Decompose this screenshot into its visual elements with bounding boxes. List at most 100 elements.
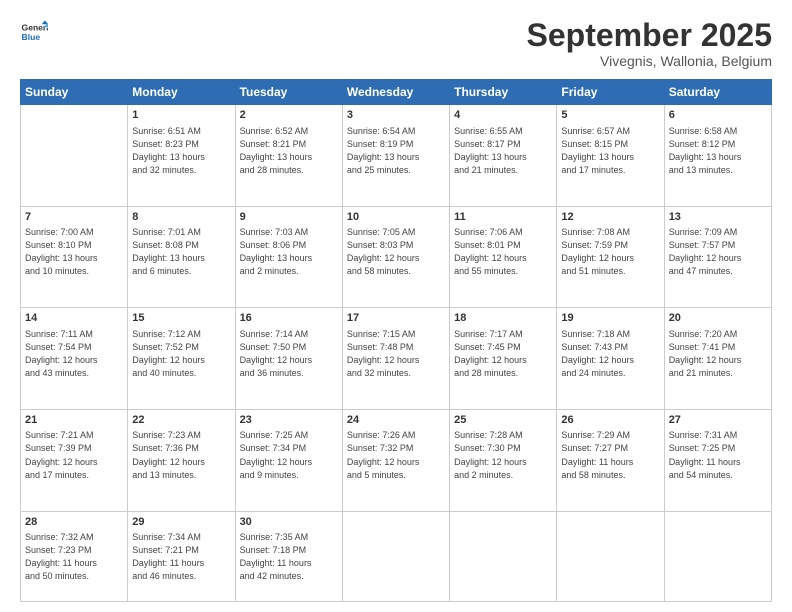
table-row: 13Sunrise: 7:09 AM Sunset: 7:57 PM Dayli… [664,206,771,308]
calendar-page: General Blue September 2025 Vivegnis, Wa… [0,0,792,612]
table-row: 9Sunrise: 7:03 AM Sunset: 8:06 PM Daylig… [235,206,342,308]
table-row: 18 Sunrise: 7:17 AM Sunset: 7:45 PM Dayli… [450,308,557,410]
day-number: 5 [561,108,659,123]
header-thursday: Thursday [450,80,557,105]
day-info: Sunrise: 7:14 AM Sunset: 7:50 PM Dayligh… [240,328,338,380]
calendar-table: Sunday Monday Tuesday Wednesday Thursday… [20,79,772,602]
header-monday: Monday [128,80,235,105]
day-number: 22 [132,413,230,428]
day-number: 16 [240,311,338,326]
day-info: Sunrise: 7:12 AM Sunset: 7:52 PM Dayligh… [132,328,230,380]
table-row: 23Sunrise: 7:25 AM Sunset: 7:34 PM Dayli… [235,410,342,512]
table-row: 11Sunrise: 7:06 AM Sunset: 8:01 PM Dayli… [450,206,557,308]
table-row: 8Sunrise: 7:01 AM Sunset: 8:08 PM Daylig… [128,206,235,308]
day-info: Sunrise: 7:17 AM Sunset: 7:45 PM Dayligh… [454,328,552,380]
day-info: Sunrise: 7:34 AM Sunset: 7:21 PM Dayligh… [132,531,230,583]
day-info: Sunrise: 7:25 AM Sunset: 7:34 PM Dayligh… [240,429,338,481]
day-info: Sunrise: 7:03 AM Sunset: 8:06 PM Dayligh… [240,226,338,278]
table-row: 19 Sunrise: 7:18 AM Sunset: 7:43 PM Dayli… [557,308,664,410]
day-info: Sunrise: 7:31 AM Sunset: 7:25 PM Dayligh… [669,429,767,481]
day-info: Sunrise: 7:08 AM Sunset: 7:59 PM Dayligh… [561,226,659,278]
day-info: Sunrise: 7:20 AM Sunset: 7:41 PM Dayligh… [669,328,767,380]
day-info: Sunrise: 7:32 AM Sunset: 7:23 PM Dayligh… [25,531,123,583]
day-number: 2 [240,108,338,123]
day-number: 1 [132,108,230,123]
day-info: Sunrise: 7:26 AM Sunset: 7:32 PM Dayligh… [347,429,445,481]
day-info: Sunrise: 7:35 AM Sunset: 7:18 PM Dayligh… [240,531,338,583]
day-number: 13 [669,210,767,225]
header-saturday: Saturday [664,80,771,105]
table-row: 15 Sunrise: 7:12 AM Sunset: 7:52 PM Dayli… [128,308,235,410]
days-header-row: Sunday Monday Tuesday Wednesday Thursday… [21,80,772,105]
table-row: 21Sunrise: 7:21 AM Sunset: 7:39 PM Dayli… [21,410,128,512]
table-row [557,511,664,601]
table-row [342,511,449,601]
day-info: Sunrise: 6:55 AM Sunset: 8:17 PM Dayligh… [454,125,552,177]
day-number: 6 [669,108,767,123]
day-info: Sunrise: 6:52 AM Sunset: 8:21 PM Dayligh… [240,125,338,177]
table-row [450,511,557,601]
day-info: Sunrise: 7:15 AM Sunset: 7:48 PM Dayligh… [347,328,445,380]
day-number: 17 [347,311,445,326]
table-row [21,105,128,207]
header-friday: Friday [557,80,664,105]
day-number: 28 [25,515,123,530]
day-info: Sunrise: 6:54 AM Sunset: 8:19 PM Dayligh… [347,125,445,177]
table-row: 6 Sunrise: 6:58 AM Sunset: 8:12 PM Daylig… [664,105,771,207]
svg-text:Blue: Blue [22,32,41,42]
logo: General Blue [20,18,48,46]
day-info: Sunrise: 7:11 AM Sunset: 7:54 PM Dayligh… [25,328,123,380]
day-number: 30 [240,515,338,530]
day-number: 15 [132,311,230,326]
table-row: 10Sunrise: 7:05 AM Sunset: 8:03 PM Dayli… [342,206,449,308]
day-number: 27 [669,413,767,428]
table-row: 20 Sunrise: 7:20 AM Sunset: 7:41 PM Dayli… [664,308,771,410]
table-row: 24Sunrise: 7:26 AM Sunset: 7:32 PM Dayli… [342,410,449,512]
day-info: Sunrise: 7:09 AM Sunset: 7:57 PM Dayligh… [669,226,767,278]
header-sunday: Sunday [21,80,128,105]
table-row: 3Sunrise: 6:54 AM Sunset: 8:19 PM Daylig… [342,105,449,207]
day-info: Sunrise: 7:18 AM Sunset: 7:43 PM Dayligh… [561,328,659,380]
day-number: 20 [669,311,767,326]
header-wednesday: Wednesday [342,80,449,105]
day-info: Sunrise: 7:05 AM Sunset: 8:03 PM Dayligh… [347,226,445,278]
day-number: 14 [25,311,123,326]
day-info: Sunrise: 7:28 AM Sunset: 7:30 PM Dayligh… [454,429,552,481]
day-number: 7 [25,210,123,225]
table-row: 27Sunrise: 7:31 AM Sunset: 7:25 PM Dayli… [664,410,771,512]
day-info: Sunrise: 6:57 AM Sunset: 8:15 PM Dayligh… [561,125,659,177]
day-info: Sunrise: 7:23 AM Sunset: 7:36 PM Dayligh… [132,429,230,481]
day-number: 23 [240,413,338,428]
table-row: 14 Sunrise: 7:11 AM Sunset: 7:54 PM Dayli… [21,308,128,410]
header: General Blue September 2025 Vivegnis, Wa… [20,18,772,69]
day-number: 12 [561,210,659,225]
day-number: 9 [240,210,338,225]
day-number: 26 [561,413,659,428]
table-row: 1 Sunrise: 6:51 AM Sunset: 8:23 PM Daylig… [128,105,235,207]
day-info: Sunrise: 7:01 AM Sunset: 8:08 PM Dayligh… [132,226,230,278]
table-row: 29Sunrise: 7:34 AM Sunset: 7:21 PM Dayli… [128,511,235,601]
table-row: 17 Sunrise: 7:15 AM Sunset: 7:48 PM Dayli… [342,308,449,410]
day-info: Sunrise: 6:51 AM Sunset: 8:23 PM Dayligh… [132,125,230,177]
day-info: Sunrise: 7:21 AM Sunset: 7:39 PM Dayligh… [25,429,123,481]
logo-icon: General Blue [20,18,48,46]
day-info: Sunrise: 7:06 AM Sunset: 8:01 PM Dayligh… [454,226,552,278]
table-row: 7Sunrise: 7:00 AM Sunset: 8:10 PM Daylig… [21,206,128,308]
table-row: 2 Sunrise: 6:52 AM Sunset: 8:21 PM Daylig… [235,105,342,207]
day-number: 25 [454,413,552,428]
day-info: Sunrise: 6:58 AM Sunset: 8:12 PM Dayligh… [669,125,767,177]
day-info: Sunrise: 7:29 AM Sunset: 7:27 PM Dayligh… [561,429,659,481]
table-row [664,511,771,601]
day-number: 29 [132,515,230,530]
day-number: 19 [561,311,659,326]
table-row: 12Sunrise: 7:08 AM Sunset: 7:59 PM Dayli… [557,206,664,308]
table-row: 26Sunrise: 7:29 AM Sunset: 7:27 PM Dayli… [557,410,664,512]
header-tuesday: Tuesday [235,80,342,105]
table-row: 22Sunrise: 7:23 AM Sunset: 7:36 PM Dayli… [128,410,235,512]
day-number: 10 [347,210,445,225]
day-number: 4 [454,108,552,123]
month-title: September 2025 [527,18,772,53]
day-number: 8 [132,210,230,225]
location-subtitle: Vivegnis, Wallonia, Belgium [527,53,772,69]
day-number: 18 [454,311,552,326]
